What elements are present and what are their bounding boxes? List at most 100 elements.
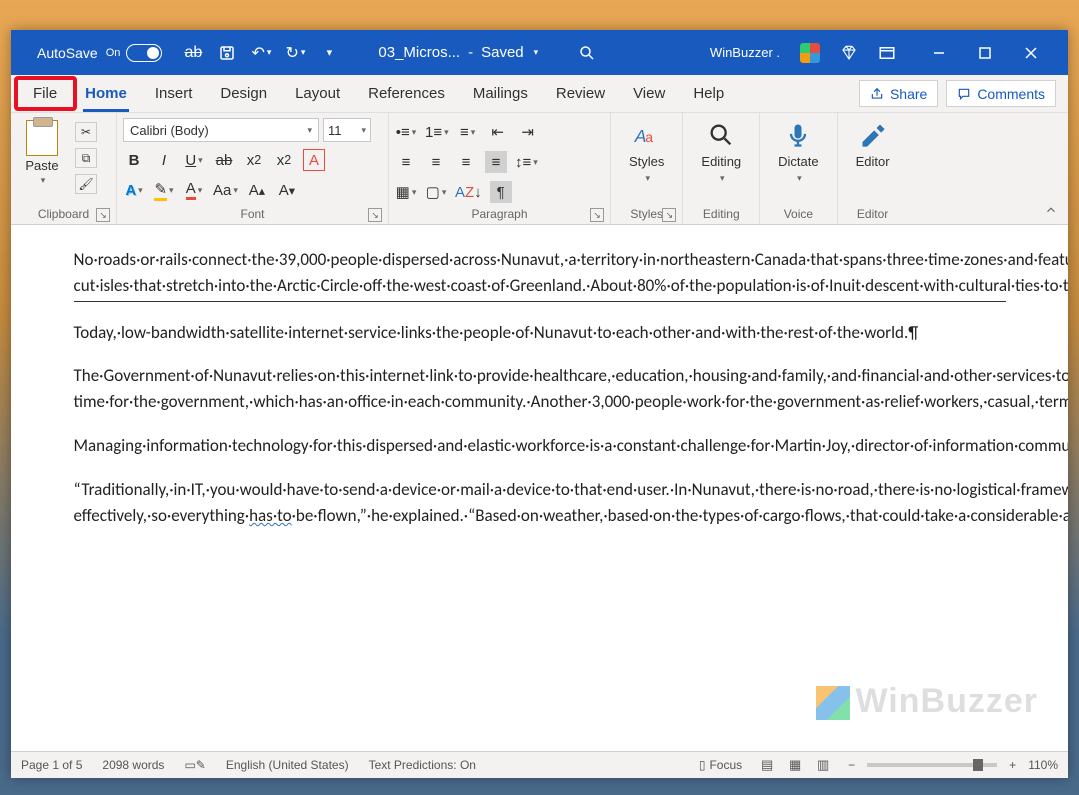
grammar-squiggle[interactable]: has·to — [249, 505, 292, 526]
zoom-level[interactable]: 110% — [1028, 758, 1058, 772]
group-font: Calibri (Body)▾ 11▾ B I U▾ ab x2 x2 A A — [117, 113, 389, 224]
dictate-button[interactable]: Dictate▾ — [766, 116, 830, 184]
italic-button[interactable]: I — [153, 149, 175, 171]
zoom-in-button[interactable]: + — [1009, 758, 1016, 772]
user-name[interactable]: WinBuzzer . — [710, 45, 780, 60]
paragraph-1[interactable]: No·roads·or·rails·connect·the·39,000·peo… — [74, 247, 1006, 302]
font-launcher[interactable]: ↘ — [368, 208, 382, 222]
status-language[interactable]: English (United States) — [226, 758, 349, 772]
group-editor: Editor Editor — [838, 113, 908, 224]
group-clipboard: Paste ▾ ✂ ⧉ 🖌 Clipboard↘ — [11, 113, 117, 224]
shading-button[interactable]: ▦▾ — [395, 181, 417, 203]
group-editing: Editing▾ Editing — [683, 113, 760, 224]
maximize-button[interactable] — [962, 33, 1008, 73]
ribbon-mode-icon[interactable] — [878, 44, 896, 62]
redo-icon[interactable]: ↻▾ — [286, 44, 304, 62]
tab-mailings[interactable]: Mailings — [459, 75, 542, 112]
undo-icon[interactable]: ↶▾ — [252, 44, 270, 62]
shrink-font-button[interactable]: A▾ — [276, 179, 298, 201]
clear-format-button[interactable]: A — [303, 149, 325, 171]
paragraph-4[interactable]: Managing·information·technology·for·this… — [74, 433, 1006, 459]
font-size-select[interactable]: 11▾ — [323, 118, 371, 142]
align-right-button[interactable]: ≡ — [455, 151, 477, 173]
styles-button[interactable]: Aa Styles▾ — [617, 116, 676, 184]
qat-more-icon[interactable]: ▾ — [320, 44, 338, 62]
status-predictions[interactable]: Text Predictions: On — [369, 758, 476, 772]
close-button[interactable] — [1008, 33, 1054, 73]
tab-design[interactable]: Design — [206, 75, 281, 112]
bold-button[interactable]: B — [123, 149, 145, 171]
tab-help[interactable]: Help — [679, 75, 738, 112]
status-page[interactable]: Page 1 of 5 — [21, 758, 82, 772]
app-window: AutoSave On ab ↶▾ ↻▾ ▾ 03_Micros... - Sa… — [11, 30, 1068, 778]
share-button[interactable]: Share — [859, 80, 938, 107]
numbering-button[interactable]: 1≡▾ — [425, 121, 449, 143]
ribbon: Paste ▾ ✂ ⧉ 🖌 Clipboard↘ Calibri (Body)▾ — [11, 113, 1068, 225]
minimize-button[interactable] — [916, 33, 962, 73]
collapse-ribbon-button[interactable] — [1034, 199, 1068, 224]
multilevel-button[interactable]: ≡▾ — [457, 121, 479, 143]
paragraph-2[interactable]: Today,·low-bandwidth·satellite·internet·… — [74, 320, 1006, 346]
show-marks-button[interactable]: ¶ — [490, 181, 512, 203]
editor-button[interactable]: Editor — [844, 116, 902, 169]
sort-button[interactable]: AZ↓ — [455, 181, 482, 203]
toggle-switch[interactable] — [126, 44, 162, 62]
tab-review[interactable]: Review — [542, 75, 619, 112]
paragraph-5[interactable]: “Traditionally,·in·IT,·you·would·have·to… — [74, 477, 1006, 529]
text-effects-button[interactable]: A▾ — [123, 179, 145, 201]
grow-font-button[interactable]: A▴ — [246, 179, 268, 201]
change-case-button[interactable]: Aa▾ — [213, 179, 238, 201]
paragraph-3[interactable]: The·Government·of·Nunavut·relies·on·this… — [74, 363, 1006, 415]
qat: ab ↶▾ ↻▾ ▾ — [184, 44, 338, 62]
align-left-button[interactable]: ≡ — [395, 151, 417, 173]
tab-home[interactable]: Home — [71, 75, 141, 112]
highlight-button[interactable]: ✎▾ — [153, 179, 175, 201]
diamond-icon[interactable] — [840, 44, 858, 62]
justify-button[interactable]: ≡ — [485, 151, 507, 173]
comments-button[interactable]: Comments — [946, 80, 1056, 107]
tab-file[interactable]: File — [19, 75, 71, 112]
tab-references[interactable]: References — [354, 75, 459, 112]
spellcheck-icon[interactable]: ▭✎ — [184, 758, 205, 772]
subscript-button[interactable]: x2 — [243, 149, 265, 171]
strikethrough-icon[interactable]: ab — [184, 44, 202, 62]
borders-button[interactable]: ▢▾ — [425, 181, 447, 203]
autosave-state: On — [106, 47, 121, 59]
autosave-toggle[interactable]: AutoSave On — [37, 44, 162, 62]
tab-layout[interactable]: Layout — [281, 75, 354, 112]
copy-button[interactable]: ⧉ — [75, 148, 97, 168]
group-paragraph: •≡▾ 1≡▾ ≡▾ ⇤ ⇥ ≡ ≡ ≡ ≡ ↕≡▾ ▦▾ ▢▾ AZ↓ — [389, 113, 611, 224]
save-icon[interactable] — [218, 44, 236, 62]
zoom-out-button[interactable]: − — [848, 758, 855, 772]
bullets-button[interactable]: •≡▾ — [395, 121, 417, 143]
web-layout-button[interactable]: ▥ — [810, 755, 836, 775]
paragraph-launcher[interactable]: ↘ — [590, 208, 604, 222]
styles-launcher[interactable]: ↘ — [662, 208, 676, 222]
strike-button[interactable]: ab — [213, 149, 235, 171]
decrease-indent-button[interactable]: ⇤ — [487, 121, 509, 143]
status-words[interactable]: 2098 words — [102, 758, 164, 772]
underline-button[interactable]: U▾ — [183, 149, 205, 171]
user-avatar[interactable] — [800, 43, 820, 63]
tab-insert[interactable]: Insert — [141, 75, 207, 112]
cut-button[interactable]: ✂ — [75, 122, 97, 142]
clipboard-launcher[interactable]: ↘ — [96, 208, 110, 222]
document-area[interactable]: No·roads·or·rails·connect·the·39,000·peo… — [11, 225, 1068, 751]
align-center-button[interactable]: ≡ — [425, 151, 447, 173]
titlebar: AutoSave On ab ↶▾ ↻▾ ▾ 03_Micros... - Sa… — [11, 30, 1068, 75]
font-family-select[interactable]: Calibri (Body)▾ — [123, 118, 319, 142]
group-styles: Aa Styles▾ Styles↘ — [611, 113, 683, 224]
format-painter-button[interactable]: 🖌 — [75, 174, 97, 194]
line-spacing-button[interactable]: ↕≡▾ — [515, 151, 538, 173]
editing-button[interactable]: Editing▾ — [689, 116, 753, 184]
increase-indent-button[interactable]: ⇥ — [517, 121, 539, 143]
paste-button[interactable]: Paste ▾ — [17, 116, 67, 186]
tab-view[interactable]: View — [619, 75, 679, 112]
search-icon[interactable] — [578, 44, 596, 62]
print-layout-button[interactable]: ▦ — [782, 755, 808, 775]
focus-button[interactable]: ▯Focus — [699, 758, 742, 772]
superscript-button[interactable]: x2 — [273, 149, 295, 171]
read-mode-button[interactable]: ▤ — [754, 755, 780, 775]
font-color-button[interactable]: A▾ — [183, 179, 205, 201]
zoom-slider[interactable] — [867, 763, 997, 767]
